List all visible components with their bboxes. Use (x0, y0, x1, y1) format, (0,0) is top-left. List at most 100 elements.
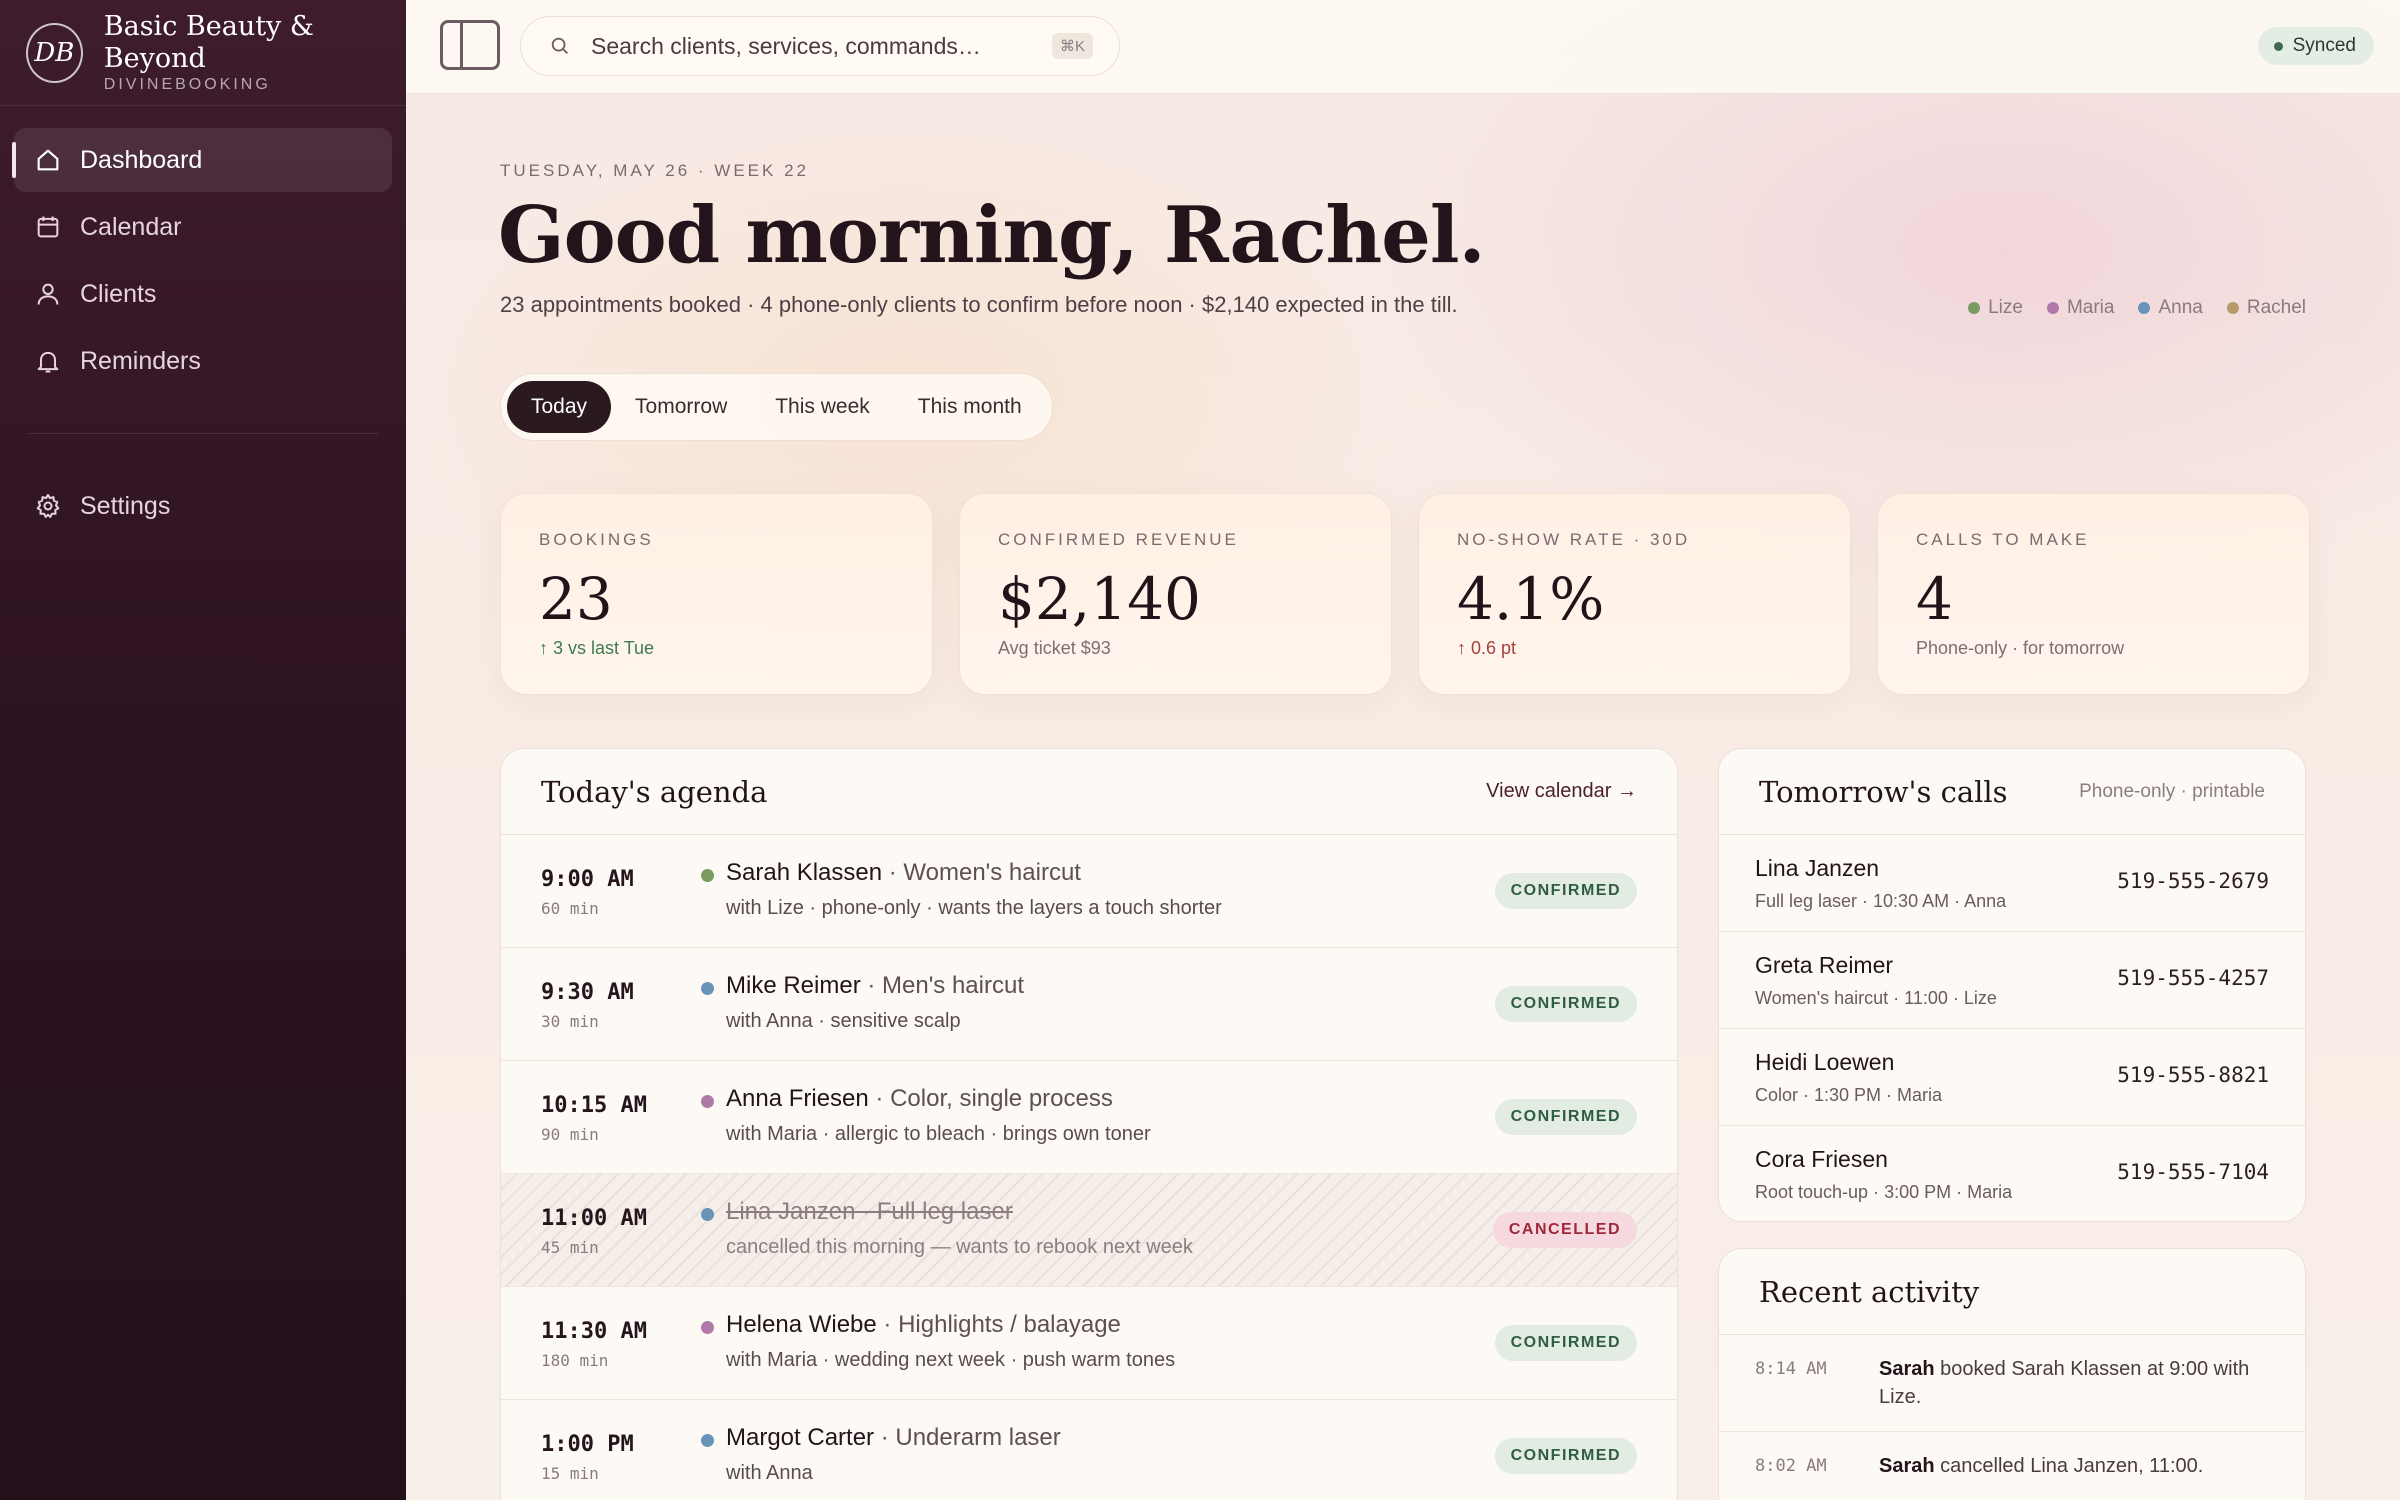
call-detail: Full leg laser · 10:30 AM · Anna (1755, 891, 2007, 911)
staff-color-dot-icon (701, 1434, 714, 1447)
service-name: · Full leg laser (862, 1198, 1013, 1225)
appointment-duration: 15 min (541, 1464, 599, 1483)
sidebar-item-reminders[interactable]: Reminders (14, 329, 392, 393)
stat-value: 4 (1916, 565, 1953, 633)
staff-legend-item: Lize (1968, 297, 2023, 319)
appointment-duration: 90 min (541, 1125, 599, 1144)
appointment-detail: with Lize · phone-only · wants the layer… (726, 897, 1222, 919)
stat-card-bookings[interactable]: BOOKINGS 23 ↑ 3 vs last Tue (500, 493, 933, 695)
tab-this-week[interactable]: This week (751, 381, 894, 433)
brand[interactable]: DB Basic Beauty & Beyond DIVINEBOOKING (0, 0, 406, 106)
stat-value: 23 (539, 565, 613, 633)
call-client-name: Cora Friesen (1755, 1146, 1888, 1172)
tab-this-month[interactable]: This month (894, 381, 1046, 433)
call-detail: Women's haircut · 11:00 · Lize (1755, 988, 1997, 1008)
search-bar[interactable]: ⌘K (520, 16, 1120, 76)
appointment-duration: 180 min (541, 1351, 609, 1370)
call-row[interactable]: Greta Reimer Women's haircut · 11:00 · L… (1719, 932, 2305, 1029)
sidebar-toggle-icon[interactable] (440, 20, 500, 70)
activity-row[interactable]: 8:14 AM Sarah booked Sarah Klassen at 9:… (1719, 1335, 2305, 1432)
activity-time: 8:02 AM (1755, 1456, 1827, 1476)
activity-actor: Sarah (1879, 1358, 1935, 1380)
main-content: ⌘K Synced TUESDAY, MAY 26 · WEEK 22 Good… (406, 0, 2400, 1500)
view-calendar-link[interactable]: View calendar → (1486, 780, 1637, 803)
stat-card-no-show-rate[interactable]: NO-SHOW RATE · 30D 4.1% ↑ 0.6 pt (1418, 493, 1851, 695)
tomorrows-calls-card: Tomorrow's calls Phone-only · printable … (1718, 748, 2306, 1222)
calendar-icon (34, 213, 62, 241)
stat-card-calls[interactable]: CALLS TO MAKE 4 Phone-only · for tomorro… (1877, 493, 2310, 695)
appointment-title: Helena Wiebe · Highlights / balayage (726, 1311, 1121, 1339)
search-icon (551, 37, 568, 54)
tab-tomorrow[interactable]: Tomorrow (611, 381, 751, 433)
staff-color-dot-icon (701, 982, 714, 995)
client-name: Lina Janzen (726, 1198, 856, 1225)
agenda-row-cancelled[interactable]: 11:00 AM 45 min Lina Janzen · Full leg l… (501, 1174, 1677, 1287)
sidebar-item-calendar[interactable]: Calendar (14, 195, 392, 259)
appointment-time: 9:30 AM (541, 980, 634, 1005)
staff-legend-item: Maria (2046, 297, 2114, 319)
agenda-row[interactable]: 10:15 AM 90 min Anna Friesen · Color, si… (501, 1061, 1677, 1174)
sync-status-label: Synced (2292, 35, 2356, 56)
call-phone[interactable]: 519-555-2679 (2117, 869, 2269, 893)
client-name: Mike Reimer (726, 972, 861, 999)
agenda-header: Today's agenda View calendar → (501, 749, 1677, 835)
appointment-detail: cancelled this morning — wants to rebook… (726, 1236, 1193, 1258)
bell-icon (34, 347, 62, 375)
activity-message: cancelled Lina Janzen, 11:00. (1934, 1455, 2204, 1477)
activity-actor: Sarah (1879, 1455, 1935, 1477)
appointment-time: 11:00 AM (541, 1206, 647, 1231)
client-name: Margot Carter (726, 1424, 875, 1451)
activity-message: booked Sarah Klassen at 9:00 with Lize. (1879, 1358, 2250, 1408)
brand-text: Basic Beauty & Beyond DIVINEBOOKING (104, 11, 406, 95)
activity-time: 8:14 AM (1755, 1359, 1827, 1379)
call-row[interactable]: Lina Janzen Full leg laser · 10:30 AM · … (1719, 835, 2305, 932)
call-phone[interactable]: 519-555-8821 (2117, 1063, 2269, 1087)
call-phone[interactable]: 519-555-4257 (2117, 966, 2269, 990)
sidebar-item-dashboard[interactable]: Dashboard (12, 128, 392, 192)
agenda-row[interactable]: 9:30 AM 30 min Mike Reimer · Men's hairc… (501, 948, 1677, 1061)
appointment-detail: with Maria · allergic to bleach · brings… (726, 1123, 1151, 1145)
calls-title: Tomorrow's calls (1759, 774, 2008, 809)
call-phone[interactable]: 519-555-7104 (2117, 1160, 2269, 1184)
call-row[interactable]: Cora Friesen Root touch-up · 3:00 PM · M… (1719, 1126, 2305, 1221)
agenda-row[interactable]: 9:00 AM 60 min Sarah Klassen · Women's h… (501, 835, 1677, 948)
agenda-card: Today's agenda View calendar → 9:00 AM 6… (500, 748, 1678, 1500)
call-detail: Root touch-up · 3:00 PM · Maria (1755, 1182, 2013, 1202)
sidebar: DB Basic Beauty & Beyond DIVINEBOOKING D… (0, 0, 406, 1500)
stat-label: CALLS TO MAKE (1916, 530, 2090, 549)
staff-legend-item: Rachel (2226, 297, 2306, 319)
sync-status-badge: Synced (2257, 27, 2374, 65)
search-input[interactable] (591, 32, 1031, 60)
calls-header: Tomorrow's calls Phone-only · printable (1719, 749, 2305, 835)
activity-row[interactable]: 8:02 AM Sarah cancelled Lina Janzen, 11:… (1719, 1432, 2305, 1500)
brand-subtitle: DIVINEBOOKING (103, 75, 271, 93)
appointment-time: 11:30 AM (541, 1319, 647, 1344)
activity-text: Sarah cancelled Lina Janzen, 11:00. (1879, 1452, 2269, 1480)
appointment-title: Anna Friesen · Color, single process (726, 1085, 1113, 1113)
tab-today[interactable]: Today (507, 381, 612, 433)
appointment-duration: 45 min (541, 1238, 599, 1257)
appointment-time: 10:15 AM (541, 1093, 647, 1118)
call-row[interactable]: Heidi Loewen Color · 1:30 PM · Maria 519… (1719, 1029, 2305, 1126)
stat-card-revenue[interactable]: CONFIRMED REVENUE $2,140 Avg ticket $93 (959, 493, 1392, 695)
status-badge: CONFIRMED (1494, 1438, 1637, 1474)
appointment-detail: with Anna (726, 1462, 813, 1484)
agenda-row[interactable]: 11:30 AM 180 min Helena Wiebe · Highligh… (501, 1287, 1677, 1400)
sidebar-item-settings[interactable]: Settings (14, 474, 392, 538)
sidebar-item-label: Clients (80, 279, 157, 308)
status-badge: CONFIRMED (1494, 1325, 1637, 1361)
sidebar-item-clients[interactable]: Clients (14, 262, 392, 326)
top-bar: ⌘K Synced (406, 0, 2400, 94)
service-name: · Men's haircut (867, 972, 1024, 999)
activity-header: Recent activity (1719, 1249, 2305, 1335)
appointment-duration: 60 min (541, 899, 599, 918)
service-name: · Underarm laser (880, 1424, 1061, 1451)
appointment-time: 1:00 PM (541, 1432, 634, 1457)
status-badge: CONFIRMED (1494, 1099, 1637, 1135)
agenda-row[interactable]: 1:00 PM 15 min Margot Carter · Underarm … (501, 1400, 1677, 1500)
activity-title: Recent activity (1759, 1274, 1980, 1309)
staff-color-dot-icon (2046, 302, 2059, 314)
service-name: · Women's haircut (888, 859, 1081, 886)
status-badge: CONFIRMED (1494, 873, 1637, 909)
recent-activity-card: Recent activity 8:14 AM Sarah booked Sar… (1718, 1248, 2306, 1500)
